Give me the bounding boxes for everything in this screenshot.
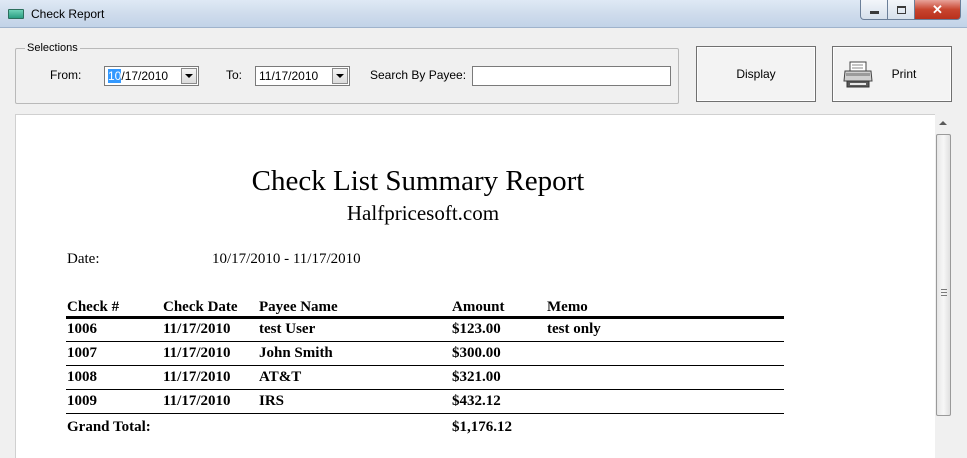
cell-amount: $432.12 bbox=[452, 393, 501, 409]
from-date-selected-part: 10 bbox=[108, 69, 122, 83]
cell-payee-name: John Smith bbox=[259, 345, 333, 361]
cell-memo: test only bbox=[547, 321, 601, 337]
minimize-icon bbox=[869, 11, 879, 14]
table-row: 1006 11/17/2010 test User $123.00 test o… bbox=[66, 318, 784, 342]
grip-icon bbox=[941, 289, 947, 296]
display-button[interactable]: Display bbox=[696, 46, 816, 102]
from-date-rest: /17/2010 bbox=[121, 69, 169, 83]
window-controls: ✕ bbox=[860, 0, 961, 20]
from-date-picker[interactable]: 10/17/2010 bbox=[104, 66, 199, 86]
selections-legend: Selections bbox=[25, 42, 80, 54]
grand-total-label: Grand Total: bbox=[67, 419, 151, 435]
col-header-check-date: Check Date bbox=[163, 299, 238, 315]
maximize-button[interactable] bbox=[888, 0, 915, 20]
print-button-label: Print bbox=[891, 67, 917, 81]
cell-check-date: 11/17/2010 bbox=[163, 369, 231, 385]
cell-amount: $300.00 bbox=[452, 345, 501, 361]
app-icon bbox=[8, 9, 24, 19]
scroll-up-icon[interactable] bbox=[939, 121, 947, 125]
chevron-down-icon bbox=[185, 74, 193, 78]
window-title: Check Report bbox=[31, 7, 105, 21]
to-date-value: 11/17/2010 bbox=[259, 69, 319, 83]
to-date-dropdown-button[interactable] bbox=[332, 68, 348, 84]
col-header-check-number: Check # bbox=[67, 299, 120, 315]
minimize-button[interactable] bbox=[860, 0, 888, 20]
to-date-picker[interactable]: 11/17/2010 bbox=[255, 66, 350, 86]
report-title: Check List Summary Report bbox=[251, 165, 585, 197]
cell-check-number: 1008 bbox=[67, 369, 97, 385]
chevron-down-icon bbox=[336, 74, 344, 78]
cell-check-number: 1009 bbox=[67, 393, 97, 409]
cell-payee-name: IRS bbox=[259, 393, 285, 409]
col-header-memo: Memo bbox=[547, 299, 588, 315]
cell-check-number: 1007 bbox=[67, 345, 97, 361]
cell-amount: $123.00 bbox=[452, 321, 501, 337]
payee-label: Search By Payee: bbox=[370, 68, 467, 82]
close-icon: ✕ bbox=[932, 1, 943, 17]
col-header-amount: Amount bbox=[452, 299, 505, 315]
report-date-label: Date: bbox=[67, 251, 100, 267]
to-label: To: bbox=[226, 68, 243, 82]
grand-total-value: $1,176.12 bbox=[452, 419, 512, 435]
display-button-label: Display bbox=[736, 67, 776, 81]
col-header-payee-name: Payee Name bbox=[259, 299, 338, 315]
printer-icon bbox=[843, 61, 873, 88]
vertical-scrollbar[interactable] bbox=[935, 114, 952, 458]
cell-check-date: 11/17/2010 bbox=[163, 345, 231, 361]
from-date-value: 10/17/2010 bbox=[108, 69, 168, 83]
title-bar: Check Report ✕ bbox=[0, 0, 967, 28]
print-button[interactable]: Print bbox=[832, 46, 952, 102]
table-row: 1007 11/17/2010 John Smith $300.00 bbox=[66, 342, 784, 366]
from-label: From: bbox=[50, 68, 82, 82]
cell-payee-name: test User bbox=[259, 321, 316, 337]
cell-payee-name: AT&T bbox=[259, 369, 302, 385]
report-company: Halfpricesoft.com bbox=[346, 201, 500, 225]
cell-check-number: 1006 bbox=[67, 321, 97, 337]
table-row: 1009 11/17/2010 IRS $432.12 bbox=[66, 390, 784, 414]
scrollbar-thumb[interactable] bbox=[936, 134, 951, 416]
cell-amount: $321.00 bbox=[452, 369, 501, 385]
payee-search-input[interactable] bbox=[472, 66, 671, 86]
cell-check-date: 11/17/2010 bbox=[163, 393, 231, 409]
report-date-range: 10/17/2010 - 11/17/2010 bbox=[212, 251, 361, 267]
table-row: 1008 11/17/2010 AT&T $321.00 bbox=[66, 366, 784, 390]
close-button[interactable]: ✕ bbox=[915, 0, 961, 20]
cell-check-date: 11/17/2010 bbox=[163, 321, 231, 337]
from-date-dropdown-button[interactable] bbox=[181, 68, 197, 84]
maximize-icon bbox=[896, 5, 906, 14]
